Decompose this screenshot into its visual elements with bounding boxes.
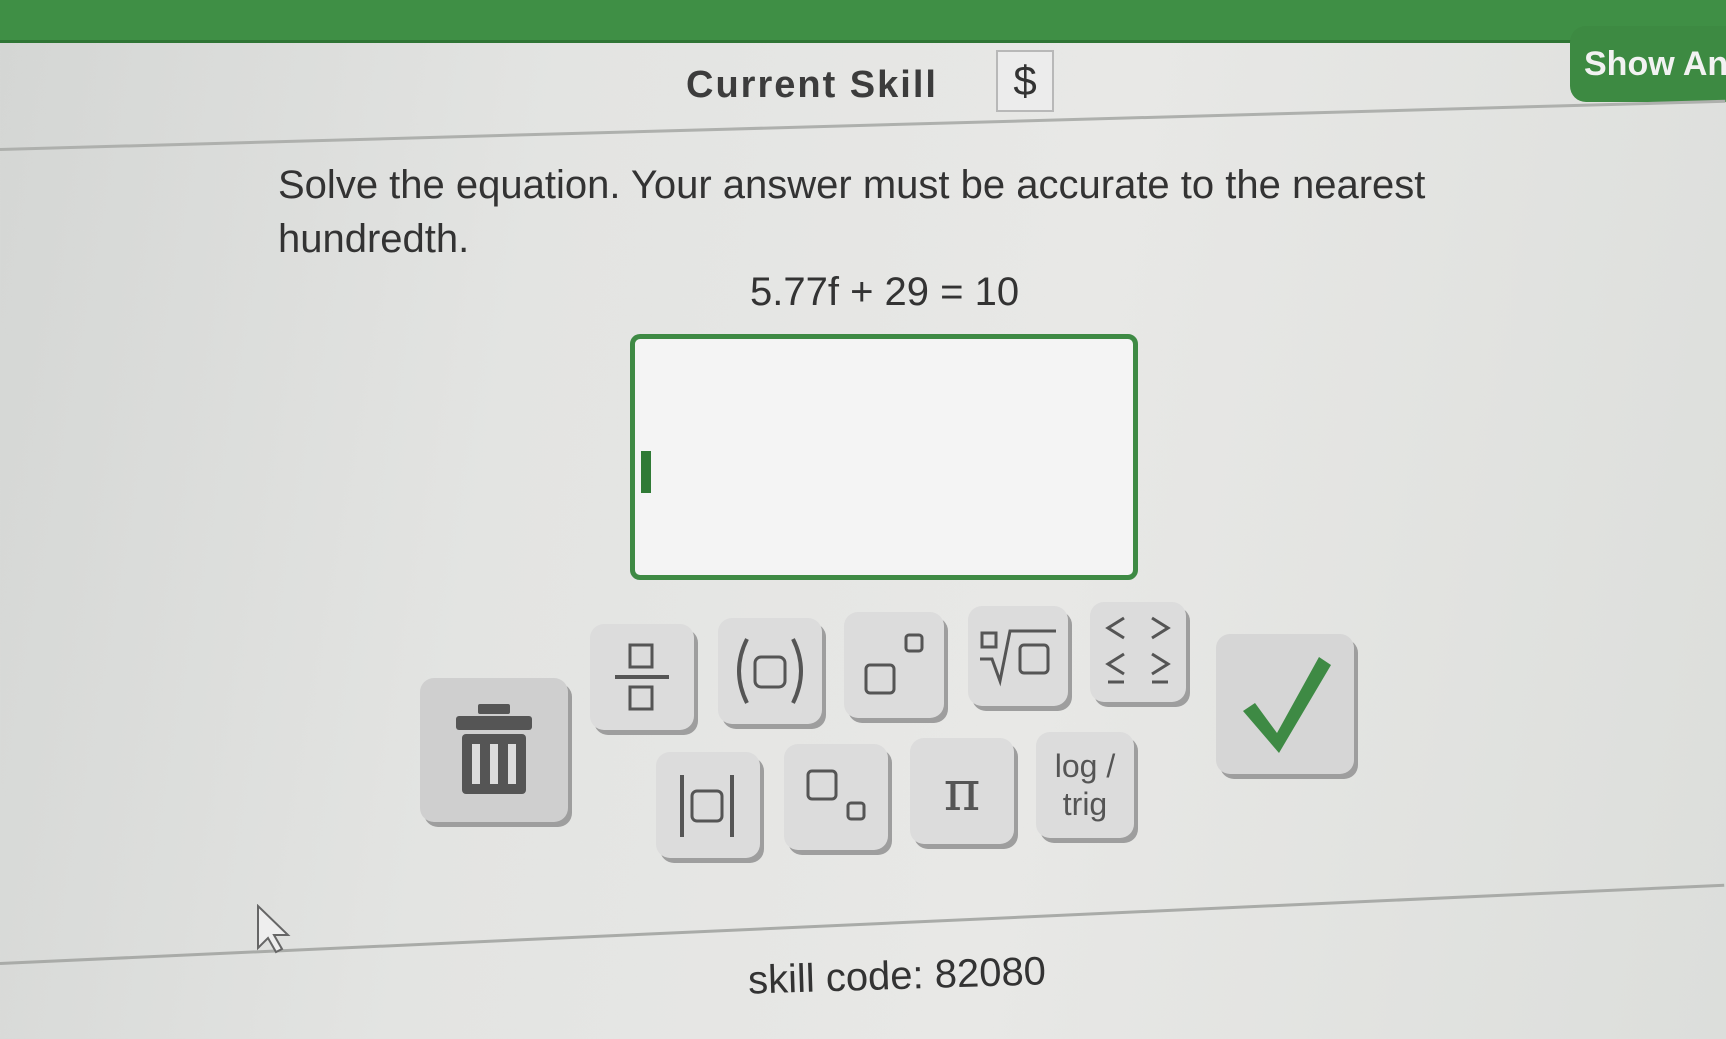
clear-button[interactable]: [420, 678, 568, 822]
fraction-icon: [607, 637, 677, 717]
fraction-button[interactable]: [590, 624, 694, 730]
absolute-value-button[interactable]: [656, 752, 760, 858]
pi-label: π: [943, 758, 981, 824]
show-answer-button[interactable]: Show An: [1570, 26, 1726, 102]
subscript-button[interactable]: [784, 744, 888, 850]
nth-root-icon: [976, 621, 1060, 691]
submit-button[interactable]: [1216, 634, 1354, 774]
exponent-icon: [854, 625, 934, 705]
pi-button[interactable]: π: [910, 738, 1014, 844]
currency-button[interactable]: $: [996, 50, 1054, 112]
answer-input[interactable]: [630, 334, 1138, 580]
page-title: Current Skill: [686, 64, 938, 106]
check-icon: [1235, 649, 1335, 759]
text-cursor: [641, 451, 651, 493]
inequality-button[interactable]: [1090, 602, 1186, 702]
parentheses-button[interactable]: [718, 618, 822, 724]
skill-code: skill code: 82080: [747, 949, 1047, 1003]
log-trig-button[interactable]: log / trig: [1036, 732, 1134, 838]
trash-icon: [452, 702, 536, 798]
nth-root-button[interactable]: [968, 606, 1068, 706]
subscript-icon: [796, 757, 876, 837]
question-prompt: Solve the equation. Your answer must be …: [278, 163, 1426, 261]
log-label: log /: [1054, 748, 1116, 784]
parentheses-icon: [725, 631, 815, 711]
absolute-value-icon: [670, 765, 746, 845]
mouse-pointer-icon: [256, 903, 296, 959]
inequality-icon: [1098, 610, 1178, 694]
equation: 5.77f + 29 = 10: [750, 270, 1020, 314]
exponent-button[interactable]: [844, 612, 944, 718]
trig-label: trig: [1062, 786, 1108, 822]
header-divider: [0, 99, 1726, 151]
top-bar: [0, 0, 1726, 43]
